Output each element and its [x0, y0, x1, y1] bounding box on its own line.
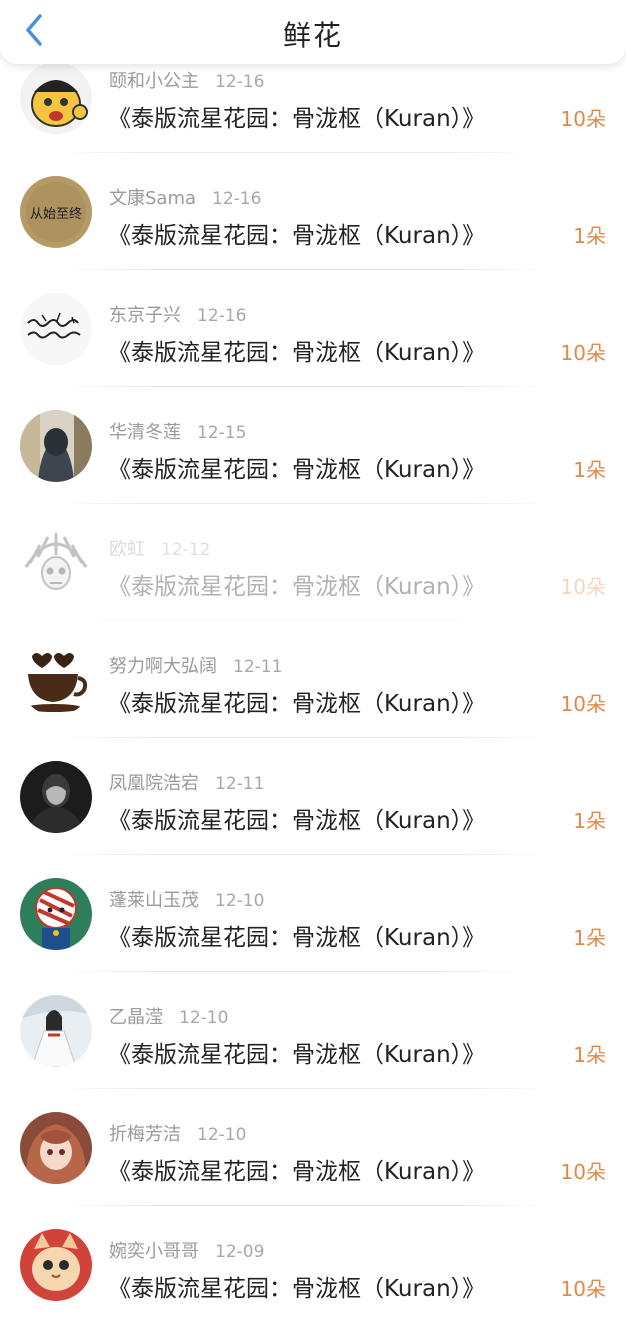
flower-count: 10朵	[560, 1160, 606, 1184]
flower-count: 10朵	[560, 341, 606, 365]
divider	[60, 620, 500, 621]
book-title[interactable]: 《泰版流星花园：骨泷枢（Kuran）》	[108, 99, 485, 133]
hooded-person-avatar-icon[interactable]	[20, 410, 92, 482]
book-title[interactable]: 《泰版流星花园：骨泷枢（Kuran）》	[108, 1152, 485, 1186]
coffee-cup-avatar-icon[interactable]	[20, 644, 92, 716]
top-navigation-bar: 鲜花	[0, 0, 626, 64]
date: 12-16	[197, 306, 247, 326]
svg-text:从始至终: 从始至终	[30, 206, 82, 222]
dark-figure-avatar-icon[interactable]	[20, 761, 92, 833]
date: 12-16	[212, 189, 262, 209]
divider	[60, 1088, 550, 1089]
user-name: 婉奕小哥哥 12-09	[109, 1241, 265, 1262]
user-name: 颐和小公主 12-16	[109, 71, 265, 92]
list-item[interactable]: 东京子兴 12-16 《泰版流星花园：骨泷枢（Kuran）》 10朵	[0, 281, 626, 398]
user-name: 文康Sama 12-16	[109, 188, 262, 209]
date: 12-10	[197, 1125, 247, 1145]
book-title[interactable]: 《泰版流星花园：骨泷枢（Kuran）》	[108, 918, 485, 952]
list-item[interactable]: 乙晶滢 12-10 《泰版流星花园：骨泷枢（Kuran）》 1朵	[0, 983, 626, 1100]
divider	[60, 854, 550, 855]
flower-count: 1朵	[573, 1043, 606, 1067]
list-item[interactable]: 华清冬莲 12-15 《泰版流星花园：骨泷枢（Kuran）》 1朵	[0, 398, 626, 515]
list-item[interactable]: 折梅芳洁 12-10 《泰版流星花园：骨泷枢（Kuran）》 10朵	[0, 1100, 626, 1217]
book-title[interactable]: 《泰版流星花园：骨泷枢（Kuran）》	[108, 684, 485, 718]
user-name: 折梅芳洁 12-10	[109, 1124, 247, 1145]
date: 12-15	[197, 423, 247, 443]
girl-in-dress-avatar-icon[interactable]	[20, 995, 92, 1067]
list-item[interactable]: 从始至终 文康Sama 12-16 《泰版流星花园：骨泷枢（Kuran）》 1朵	[0, 164, 626, 281]
book-title[interactable]: 《泰版流星花园：骨泷枢（Kuran）》	[108, 801, 485, 835]
divider	[60, 152, 530, 153]
user-name: 华清冬莲 12-15	[109, 422, 247, 443]
anime-girl-avatar-icon[interactable]	[20, 1112, 92, 1184]
cartoon-face-avatar-icon[interactable]	[20, 62, 92, 134]
book-title[interactable]: 《泰版流星花园：骨泷枢（Kuran）》	[108, 1035, 485, 1069]
flower-count: 1朵	[573, 809, 606, 833]
list-item[interactable]: 凤凰院浩宕 12-11 《泰版流星花园：骨泷枢（Kuran）》 1朵	[0, 749, 626, 866]
cat-avatar-icon[interactable]	[20, 1229, 92, 1301]
user-name: 蓬莱山玉茂 12-10	[109, 890, 265, 911]
book-title[interactable]: 《泰版流星花园：骨泷枢（Kuran）》	[108, 333, 485, 367]
date: 12-10	[179, 1008, 229, 1028]
flower-count: 1朵	[573, 458, 606, 482]
book-title[interactable]: 《泰版流星花园：骨泷枢（Kuran）》	[108, 1269, 485, 1303]
flower-count: 10朵	[560, 1277, 606, 1301]
date: 12-10	[215, 891, 265, 911]
list-item[interactable]: 欧虹 12-12 《泰版流星花园：骨泷枢（Kuran）》 10朵	[0, 515, 626, 632]
divider	[60, 386, 550, 387]
list-item[interactable]: 颐和小公主 12-16 《泰版流星花园：骨泷枢（Kuran）》 10朵	[0, 47, 626, 164]
flower-count: 10朵	[560, 692, 606, 716]
list-item[interactable]: 婉奕小哥哥 12-09 《泰版流星花园：骨泷枢（Kuran）》 10朵	[0, 1217, 626, 1334]
page-title: 鲜花	[282, 19, 343, 52]
list-item[interactable]: 蓬莱山玉茂 12-10 《泰版流星花园：骨泷枢（Kuran）》 1朵	[0, 866, 626, 983]
date: 12-09	[215, 1242, 265, 1262]
handwriting-avatar-icon[interactable]	[20, 293, 92, 365]
divider	[60, 503, 550, 504]
user-name: 凤凰院浩宕 12-11	[109, 773, 265, 794]
flower-count: 10朵	[560, 575, 606, 599]
divider	[60, 1205, 550, 1206]
flower-count: 1朵	[573, 926, 606, 950]
user-name: 努力啊大弘阔 12-11	[109, 656, 283, 677]
date: 12-16	[215, 72, 265, 92]
list-item[interactable]: 努力啊大弘阔 12-11 《泰版流星花园：骨泷枢（Kuran）》 10朵	[0, 632, 626, 749]
date: 12-12	[161, 540, 211, 560]
divider	[60, 971, 530, 972]
cartoon-character-avatar-icon[interactable]	[20, 878, 92, 950]
flower-count: 1朵	[573, 224, 606, 248]
book-title[interactable]: 《泰版流星花园：骨泷枢（Kuran）》	[108, 567, 485, 601]
calligraphy-avatar-icon[interactable]: 从始至终	[20, 176, 92, 248]
user-name: 乙晶滢 12-10	[109, 1007, 229, 1028]
user-name: 欧虹 12-12	[109, 539, 211, 560]
date: 12-11	[233, 657, 283, 677]
book-title[interactable]: 《泰版流星花园：骨泷枢（Kuran）》	[108, 450, 485, 484]
flower-count: 10朵	[560, 107, 606, 131]
skull-headdress-avatar-icon[interactable]	[20, 527, 92, 599]
date: 12-11	[215, 774, 265, 794]
divider	[60, 269, 550, 270]
divider	[60, 737, 550, 738]
user-name: 东京子兴 12-16	[109, 305, 247, 326]
book-title[interactable]: 《泰版流星花园：骨泷枢（Kuran）》	[108, 216, 485, 250]
